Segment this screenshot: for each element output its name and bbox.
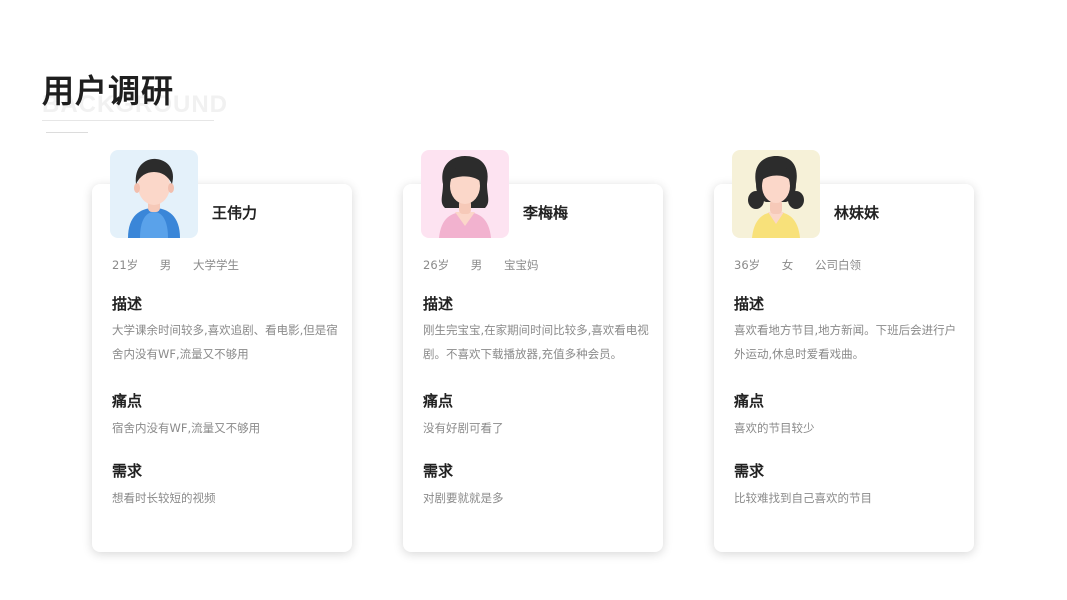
persona-name: 王伟力: [212, 204, 258, 222]
persona-age: 26岁: [423, 258, 450, 272]
title-accent-divider: [46, 132, 88, 133]
persona-age: 21岁: [112, 258, 139, 272]
boy-avatar-icon: [110, 150, 198, 238]
needs-text: 对剧要就就是多: [423, 491, 504, 505]
persona-meta: 36岁 女 公司白领: [734, 257, 879, 273]
description-text: 大学课余时间较多,喜欢追剧、看电影,但是宿舍内没有WF,流量又不够用: [112, 323, 338, 361]
description-text: 刚生完宝宝,在家期间时间比较多,喜欢看电视剧。不喜欢下载播放器,充值多种会员。: [423, 323, 649, 361]
persona-card-2: 李梅梅 26岁 男 宝宝妈 描述 刚生完宝宝,在家期间时间比较多,喜欢看电视剧。…: [403, 150, 663, 552]
persona-occupation: 宝宝妈: [503, 258, 539, 272]
description-heading: 描述: [112, 295, 143, 313]
pain-points-text: 没有好剧可看了: [423, 421, 504, 435]
persona-name: 李梅梅: [523, 204, 569, 222]
pain-points-heading: 痛点: [734, 392, 765, 410]
persona-meta: 21岁 男 大学学生: [112, 257, 257, 273]
description-heading: 描述: [734, 295, 765, 313]
title-divider: [42, 120, 214, 121]
persona-gender: 男: [159, 258, 172, 272]
needs-heading: 需求: [734, 462, 765, 480]
persona-gender: 女: [781, 258, 794, 272]
persona-card-3: 林妹妹 36岁 女 公司白领 描述 喜欢看地方节目,地方新闻。下班后会进行户外运…: [714, 150, 974, 552]
page-title: 用户调研: [42, 72, 175, 110]
pain-points-text: 宿舍内没有WF,流量又不够用: [112, 421, 261, 435]
pain-points-heading: 痛点: [112, 392, 143, 410]
woman-avatar-icon: [732, 150, 820, 238]
persona-gender: 男: [470, 258, 483, 272]
persona-card-1: 王伟力 21岁 男 大学学生 描述 大学课余时间较多,喜欢追剧、看电影,但是宿舍…: [92, 150, 352, 552]
persona-occupation: 公司白领: [814, 258, 861, 272]
needs-heading: 需求: [423, 462, 454, 480]
needs-heading: 需求: [112, 462, 143, 480]
pain-points-heading: 痛点: [423, 392, 454, 410]
description-heading: 描述: [423, 295, 454, 313]
persona-name: 林妹妹: [834, 204, 880, 222]
pain-points-text: 喜欢的节目较少: [734, 421, 815, 435]
persona-age: 36岁: [734, 258, 761, 272]
needs-text: 想看时长较短的视频: [112, 491, 216, 505]
needs-text: 比较难找到自己喜欢的节目: [734, 491, 872, 505]
description-text: 喜欢看地方节目,地方新闻。下班后会进行户外运动,休息时爱看戏曲。: [734, 323, 957, 361]
persona-meta: 26岁 男 宝宝妈: [423, 257, 556, 273]
persona-occupation: 大学学生: [192, 258, 239, 272]
page-header: BACKGROUND 用户调研: [42, 66, 227, 146]
girl-avatar-icon: [421, 150, 509, 238]
